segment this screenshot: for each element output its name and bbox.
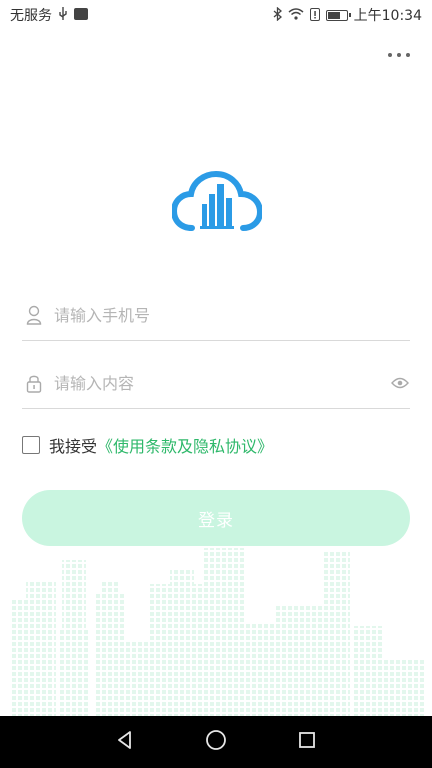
wifi-icon [288,8,304,22]
lock-icon [24,373,44,393]
more-menu-button[interactable] [388,47,410,63]
eye-icon[interactable] [390,373,410,393]
phone-input[interactable] [54,305,410,325]
status-time: 上午10:34 [353,8,422,24]
back-icon[interactable] [115,730,135,754]
login-button[interactable]: 登录 [22,490,410,546]
usb-icon [58,7,68,23]
status-left: 无服务 [10,5,88,25]
battery-icon [325,9,351,21]
status-bar: 无服务 上午10:34 [0,0,432,30]
agree-checkbox[interactable] [22,436,40,454]
status-right: 上午10:34 [273,5,422,25]
more-dots-icon [388,53,392,57]
system-nav-bar [0,716,432,768]
carrier-text: 无服务 [10,8,52,24]
user-icon [24,305,44,325]
agreement-row: 我接受 《使用条款及隐私协议》 [22,432,273,458]
agree-prefix: 我接受 [49,437,98,456]
notification-icon [74,8,88,22]
bluetooth-icon [273,6,282,23]
terms-link[interactable]: 《使用条款及隐私协议》 [97,433,273,457]
alert-icon [309,7,320,23]
city-skyline-background [10,548,424,716]
password-field [22,358,410,409]
home-icon[interactable] [205,729,227,755]
password-input[interactable] [54,373,390,393]
phone-field [22,290,410,341]
recents-icon[interactable] [297,730,317,754]
cloud-city-logo [172,170,262,231]
